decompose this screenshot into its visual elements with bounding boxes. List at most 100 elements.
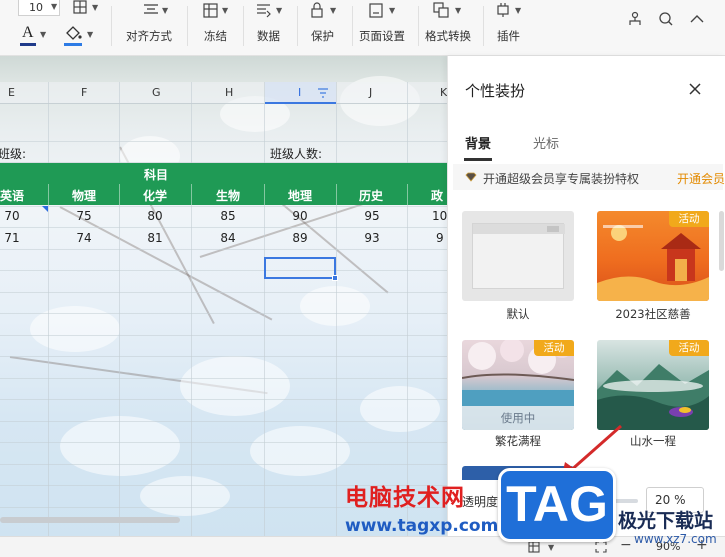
- chevron-down-icon: ▼: [515, 6, 522, 15]
- protect-label: 保护: [311, 29, 334, 43]
- opacity-label: 透明度: [462, 495, 499, 509]
- toolbar-separator: [111, 6, 112, 46]
- promo-text: 开通超级会员享专属装扮特权: [483, 172, 640, 186]
- watermark-cn-text: 电脑技术网: [345, 485, 465, 511]
- freeze-button[interactable]: ▼ 冻结: [196, 0, 238, 50]
- format-convert-button[interactable]: ▼ 格式转换: [423, 0, 479, 50]
- data-label: 数据: [257, 29, 280, 43]
- table-cell[interactable]: 71: [0, 231, 32, 245]
- page-layout-icon[interactable]: [528, 541, 540, 553]
- subject-group-header[interactable]: 科目: [144, 166, 168, 183]
- font-color-button[interactable]: A ▼: [20, 24, 50, 48]
- table-cell[interactable]: 80: [135, 209, 175, 223]
- column-header-i[interactable]: I: [298, 86, 301, 99]
- tab-cursor[interactable]: 光标: [533, 133, 559, 152]
- grid-line: [0, 421, 447, 422]
- tab-background[interactable]: 背景: [465, 133, 491, 152]
- table-cell[interactable]: 90: [280, 209, 320, 223]
- theme-card-label: 默认: [506, 307, 530, 321]
- grid-line: [119, 82, 120, 536]
- column-header-e[interactable]: E: [8, 86, 15, 99]
- grid-line: [0, 378, 447, 379]
- table-cell[interactable]: 10: [432, 209, 447, 223]
- theme-card-2023-charity[interactable]: 活动: [597, 211, 709, 301]
- fullscreen-icon[interactable]: [595, 541, 607, 553]
- table-cell[interactable]: 74: [64, 231, 104, 245]
- column-header-h[interactable]: H: [225, 86, 233, 99]
- theme-card-default[interactable]: [462, 211, 574, 301]
- column-header-g[interactable]: G: [152, 86, 161, 99]
- active-tab-indicator: [464, 158, 492, 161]
- column-header-f[interactable]: F: [81, 86, 87, 99]
- table-cell[interactable]: 89: [280, 231, 320, 245]
- class-label-cell[interactable]: 班级:: [0, 145, 26, 162]
- watermark-url: www.tagxp.com: [345, 516, 499, 536]
- chevron-down-icon: ▼: [87, 30, 94, 39]
- font-size-select[interactable]: 10 ▼: [18, 0, 60, 16]
- subject-header[interactable]: 物理: [72, 187, 96, 204]
- horizontal-scrollbar[interactable]: [0, 517, 180, 523]
- collapse-ribbon-icon[interactable]: [690, 14, 704, 24]
- table-cell[interactable]: 95: [352, 209, 392, 223]
- align-button[interactable]: ▼ 对齐方式: [122, 0, 180, 50]
- share-icon[interactable]: [627, 11, 643, 27]
- watermark-site-name: 极光下载站: [618, 510, 714, 532]
- subject-header[interactable]: 化学: [143, 187, 167, 204]
- table-cell[interactable]: 9: [436, 231, 444, 245]
- theme-card-landscape[interactable]: 活动: [597, 340, 709, 430]
- default-theme-preview: [472, 223, 565, 289]
- grid-line: [0, 464, 447, 465]
- toolbar-separator: [243, 6, 244, 46]
- grid-line: [0, 206, 447, 207]
- chevron-down-icon: ▼: [330, 6, 337, 15]
- spreadsheet-area[interactable]: E F G H I J K 班级: 班级人数: 科目 英语 物理 化学 生物 地…: [0, 56, 447, 536]
- subject-header[interactable]: 历史: [359, 187, 383, 204]
- grid-line: [0, 270, 447, 271]
- toolbar-separator: [187, 6, 188, 46]
- toolbar-separator: [297, 6, 298, 46]
- toolbar-separator: [418, 6, 419, 46]
- subject-header[interactable]: 政: [431, 187, 443, 204]
- subject-header[interactable]: 地理: [288, 187, 312, 204]
- panel-scrollbar[interactable]: [719, 211, 724, 271]
- open-membership-link[interactable]: 开通会员: [677, 170, 725, 187]
- column-header-j[interactable]: J: [369, 86, 372, 99]
- fill-handle[interactable]: [332, 275, 338, 281]
- page-setup-button[interactable]: ▼ 页面设置: [357, 0, 413, 50]
- chevron-down-icon: ▼: [276, 6, 283, 15]
- grid-line: [191, 82, 192, 536]
- status-bar: ▼ − 90% +: [0, 536, 725, 557]
- table-cell[interactable]: 85: [208, 209, 248, 223]
- table-cell[interactable]: 93: [352, 231, 392, 245]
- plugin-button[interactable]: ▼ 插件: [490, 0, 532, 50]
- protect-button[interactable]: ▼ 保护: [303, 0, 347, 50]
- font-size-value: 10: [29, 1, 43, 14]
- search-icon[interactable]: [658, 11, 674, 27]
- ribbon-toolbar: 10 ▼ ▼ A ▼ ▼ ▼ 对齐方式 ▼ 冻结 ▼ 数据 ▼ 保护 ▼ 页面设…: [0, 0, 725, 56]
- active-cell-selection[interactable]: [264, 257, 336, 279]
- filter-icon[interactable]: [317, 88, 329, 98]
- subject-header-row: 英语 物理 化学 生物 地理 历史 政: [0, 184, 447, 205]
- lock-icon: [311, 2, 323, 18]
- theme-card-blossom[interactable]: 活动 使用中: [462, 340, 574, 430]
- zoom-out-icon[interactable]: −: [620, 537, 632, 553]
- table-cell[interactable]: 84: [208, 231, 248, 245]
- chevron-down-icon: ▼: [455, 6, 462, 15]
- font-color-icon: A: [22, 24, 34, 41]
- activity-badge: 活动: [669, 211, 709, 227]
- fill-color-button[interactable]: ▼: [64, 24, 98, 48]
- close-icon[interactable]: [688, 82, 702, 96]
- class-count-label-cell[interactable]: 班级人数:: [270, 145, 322, 162]
- grid-line: [48, 82, 49, 536]
- borders-button[interactable]: ▼: [73, 0, 103, 16]
- column-header-row: [0, 82, 447, 104]
- data-button[interactable]: ▼ 数据: [250, 0, 294, 50]
- table-cell[interactable]: 70: [0, 209, 32, 223]
- theme-card-label: 2023社区慈善: [615, 307, 691, 321]
- table-cell[interactable]: 75: [64, 209, 104, 223]
- subject-header[interactable]: 英语: [0, 187, 24, 204]
- chevron-down-icon[interactable]: ▼: [548, 543, 554, 552]
- table-cell[interactable]: 81: [135, 231, 175, 245]
- column-header-k[interactable]: K: [440, 86, 447, 99]
- subject-header[interactable]: 生物: [216, 187, 240, 204]
